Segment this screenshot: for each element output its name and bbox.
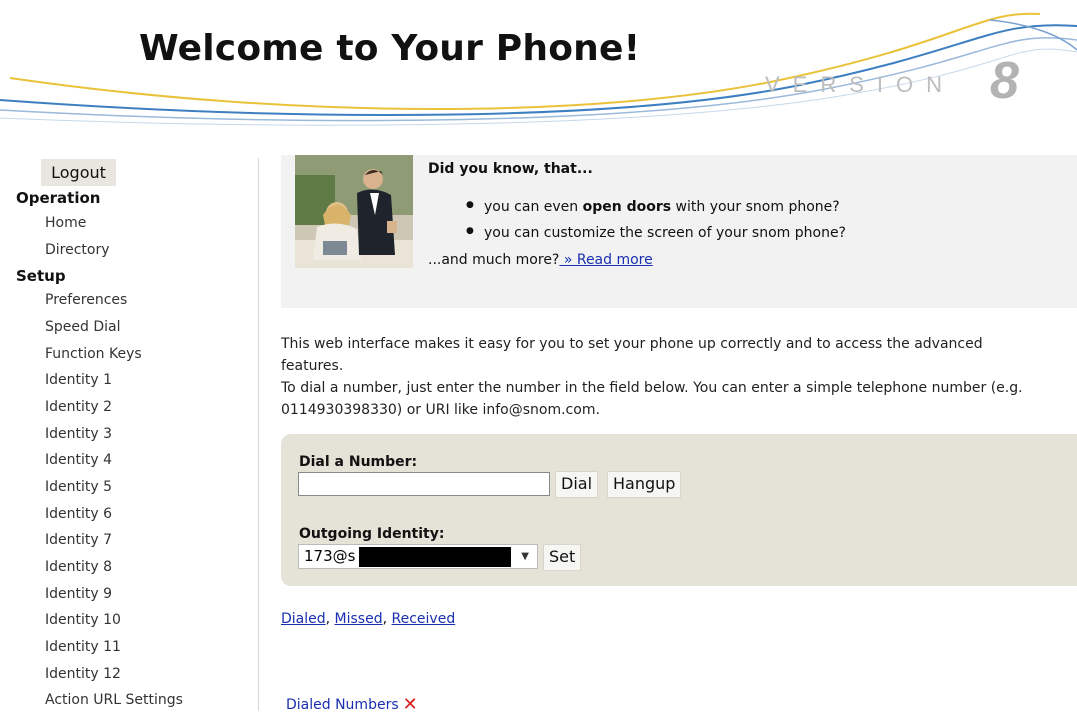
logout-button[interactable]: Logout (41, 159, 116, 186)
intro-paragraph-1: This web interface makes it easy for you… (281, 336, 983, 374)
sidebar-item-home[interactable]: Home (45, 215, 86, 231)
received-link[interactable]: Received (392, 611, 456, 627)
version-word: VERSION (765, 72, 956, 97)
did-you-know-list: you can even open doors with your snom p… (466, 199, 846, 251)
sidebar-item-function-keys[interactable]: Function Keys (45, 346, 142, 362)
outgoing-identity-select[interactable]: 173@s ▼ (298, 544, 538, 569)
list-item: you can customize the screen of your sno… (466, 225, 846, 251)
intro-paragraph-2: To dial a number, just enter the number … (281, 380, 1023, 418)
sidebar-item-action-url-settings[interactable]: Action URL Settings (45, 692, 183, 708)
dialed-link[interactable]: Dialed (281, 611, 326, 627)
sidebar-item-identity-6[interactable]: Identity 6 (45, 506, 112, 522)
more-text: ...and much more? (428, 252, 560, 268)
did-you-know-title: Did you know, that... (428, 161, 593, 177)
outgoing-identity-label: Outgoing Identity: (299, 526, 445, 542)
version-number: 8 (990, 52, 1019, 110)
dial-panel: Dial a Number: Dial Hangup Outgoing Iden… (281, 434, 1077, 586)
sidebar-item-identity-10[interactable]: Identity 10 (45, 612, 121, 628)
did-you-know-more: ...and much more? » Read more (428, 252, 653, 268)
link-separator: , (382, 611, 392, 627)
bullet-text: with your snom phone? (671, 199, 840, 215)
identity-value: 173@s (304, 547, 356, 565)
sidebar-item-identity-2[interactable]: Identity 2 (45, 399, 112, 415)
redaction-bar (359, 547, 511, 567)
sidebar-nav: Logout Operation Home Directory Setup Pr… (0, 155, 258, 711)
bullet-text: you can even (484, 199, 583, 215)
bullet-emphasis: open doors (582, 199, 672, 215)
sidebar-item-identity-12[interactable]: Identity 12 (45, 666, 121, 682)
sidebar-item-preferences[interactable]: Preferences (45, 292, 127, 308)
sidebar-item-identity-9[interactable]: Identity 9 (45, 586, 112, 602)
chevron-down-icon: ▼ (521, 551, 529, 562)
dial-button[interactable]: Dial (555, 471, 599, 498)
set-identity-button[interactable]: Set (543, 544, 582, 571)
link-separator: , (325, 611, 335, 627)
missed-link[interactable]: Missed (335, 611, 383, 627)
read-more-link[interactable]: » Read more (559, 252, 653, 268)
sidebar-section-operation: Operation (16, 189, 101, 207)
list-item: you can even open doors with your snom p… (466, 199, 846, 225)
sidebar-item-speed-dial[interactable]: Speed Dial (45, 319, 120, 335)
intro-text: This web interface makes it easy for you… (281, 333, 1041, 421)
sidebar-item-identity-11[interactable]: Identity 11 (45, 639, 121, 655)
dial-number-label: Dial a Number: (299, 454, 418, 470)
sidebar-item-identity-7[interactable]: Identity 7 (45, 532, 112, 548)
dial-number-input[interactable] (298, 472, 550, 496)
sidebar-item-identity-5[interactable]: Identity 5 (45, 479, 112, 495)
sidebar-item-directory[interactable]: Directory (45, 242, 110, 258)
promo-photo (295, 155, 413, 268)
sidebar-item-identity-1[interactable]: Identity 1 (45, 372, 112, 388)
page-title: Welcome to Your Phone! (139, 28, 641, 69)
page-header: Welcome to Your Phone! VERSION 8 (0, 0, 1077, 135)
sidebar-section-setup: Setup (16, 267, 66, 285)
did-you-know-panel: Did you know, that... you can even open … (281, 155, 1077, 308)
sidebar-divider (258, 158, 259, 711)
close-icon[interactable]: ✕ (403, 694, 418, 715)
call-list-links: Dialed, Missed, Received (281, 611, 455, 627)
sidebar-item-identity-8[interactable]: Identity 8 (45, 559, 112, 575)
sidebar-item-identity-3[interactable]: Identity 3 (45, 426, 112, 442)
hangup-button[interactable]: Hangup (607, 471, 682, 498)
sidebar-item-identity-4[interactable]: Identity 4 (45, 452, 112, 468)
